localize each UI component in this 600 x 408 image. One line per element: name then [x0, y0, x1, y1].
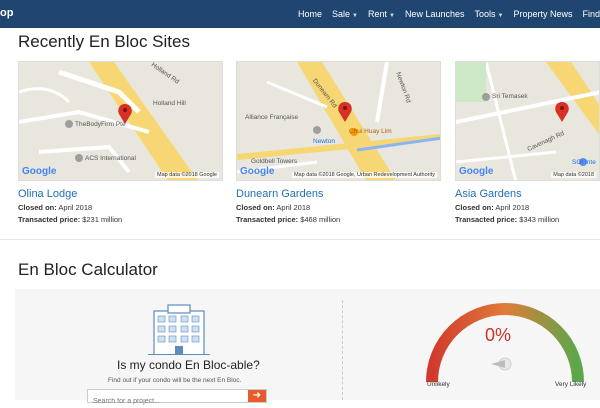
transacted-price: Transacted price: $343 million: [455, 215, 600, 224]
site-map[interactable]: Alliance Française Chui Huay Lim Goldbel…: [236, 61, 441, 181]
map-label: Newton: [313, 138, 336, 145]
nav-home[interactable]: Home: [298, 9, 322, 19]
nav-sale[interactable]: Sale ▼: [332, 9, 358, 19]
price-value: $468 million: [300, 215, 341, 224]
arrow-right-icon: ➜: [252, 390, 262, 401]
site-name-link[interactable]: Olina Lodge: [18, 188, 223, 200]
nav-tools-label: Tools: [474, 9, 496, 19]
calculator-question: Is my condo En Bloc-able?: [117, 358, 260, 372]
price-label: Transacted price:: [455, 215, 518, 224]
section-title-en-bloc-calculator: En Bloc Calculator: [18, 260, 158, 279]
gauge-needle: [491, 360, 505, 368]
google-logo: Google: [459, 166, 494, 177]
site-map[interactable]: Holland Rd TheBodyFirm Pte ACS Internati…: [18, 61, 223, 181]
map-label: ACS International: [85, 155, 136, 162]
main-menu: Home Sale ▼ Rent ▼ New Launches Tools ▼ Pro…: [298, 0, 600, 28]
map-label: Chui Huay Lim: [349, 128, 392, 135]
nav-rent-label: Rent: [367, 9, 387, 19]
closed-value: April 2018: [58, 203, 93, 212]
site-card: Alliance Française Chui Huay Lim Goldbel…: [236, 61, 441, 224]
map-label: SOI Inte: [572, 159, 596, 166]
closed-value: April 2018: [276, 203, 311, 212]
transacted-price: Transacted price: $468 million: [236, 215, 441, 224]
google-logo: Google: [240, 166, 275, 177]
panel-divider: [342, 300, 343, 400]
map-label: Goldbell Towers: [251, 158, 298, 165]
condo-building-icon: [148, 304, 210, 355]
nav-find[interactable]: Find: [582, 9, 600, 19]
chevron-down-icon: ▼: [388, 13, 395, 19]
closed-label: Closed on:: [18, 203, 57, 212]
map-label: Alliance Française: [245, 114, 299, 121]
closed-date: Closed on: April 2018: [455, 203, 600, 212]
chevron-down-icon: ▼: [497, 13, 504, 19]
nav-new-launches[interactable]: New Launches: [405, 9, 465, 19]
site-card: Sri Temasek Cavenagh Rd SOI Inte Google …: [455, 61, 600, 224]
closed-label: Closed on:: [236, 203, 275, 212]
search-submit-button[interactable]: ➜: [248, 390, 266, 402]
brand-logo[interactable]: op: [0, 7, 13, 19]
site-name-link[interactable]: Dunearn Gardens: [236, 188, 441, 200]
chevron-down-icon: ▼: [352, 13, 358, 19]
nav-property-news[interactable]: Property News: [513, 9, 572, 19]
site-map[interactable]: Sri Temasek Cavenagh Rd SOI Inte Google …: [455, 61, 600, 181]
closed-date: Closed on: April 2018: [236, 203, 441, 212]
top-nav-bar: op Home Sale ▼ Rent ▼ New Launches Tools ▼ …: [0, 0, 600, 28]
google-logo: Google: [22, 166, 57, 177]
map-attribution: Map data ©2018 Google, Urban Redevelopme…: [291, 172, 437, 178]
section-divider: [0, 239, 600, 240]
closed-value: April 2018: [495, 203, 530, 212]
section-title-en-bloc-sites: Recently En Bloc Sites: [18, 32, 190, 51]
site-card: Holland Rd TheBodyFirm Pte ACS Internati…: [18, 61, 223, 224]
price-label: Transacted price:: [18, 215, 81, 224]
project-search-input[interactable]: [88, 395, 248, 408]
gauge-label-very-likely: Very Likely: [555, 381, 587, 388]
map-label: Holland Hill: [153, 100, 186, 107]
gauge-percentage: 0%: [485, 325, 512, 345]
calculator-subtitle: Find out if your condo will be the next …: [108, 377, 242, 384]
map-label: Sri Temasek: [492, 93, 528, 100]
map-label: TheBodyFirm Pte: [75, 121, 126, 128]
nav-sale-label: Sale: [332, 9, 351, 19]
map-attribution: Map data ©2018: [551, 172, 596, 178]
gauge-label-unlikely: Unlikely: [427, 381, 450, 388]
map-attribution: Map data ©2018 Google: [154, 172, 219, 178]
nav-tools[interactable]: Tools ▼: [474, 9, 503, 19]
site-name-link[interactable]: Asia Gardens: [455, 188, 600, 200]
closed-label: Closed on:: [455, 203, 494, 212]
closed-date: Closed on: April 2018: [18, 203, 223, 212]
price-value: $231 million: [82, 215, 123, 224]
price-value: $343 million: [519, 215, 560, 224]
transacted-price: Transacted price: $231 million: [18, 215, 223, 224]
price-label: Transacted price:: [236, 215, 299, 224]
project-search-box: ➜: [87, 389, 267, 408]
nav-rent[interactable]: Rent ▼: [368, 9, 395, 19]
